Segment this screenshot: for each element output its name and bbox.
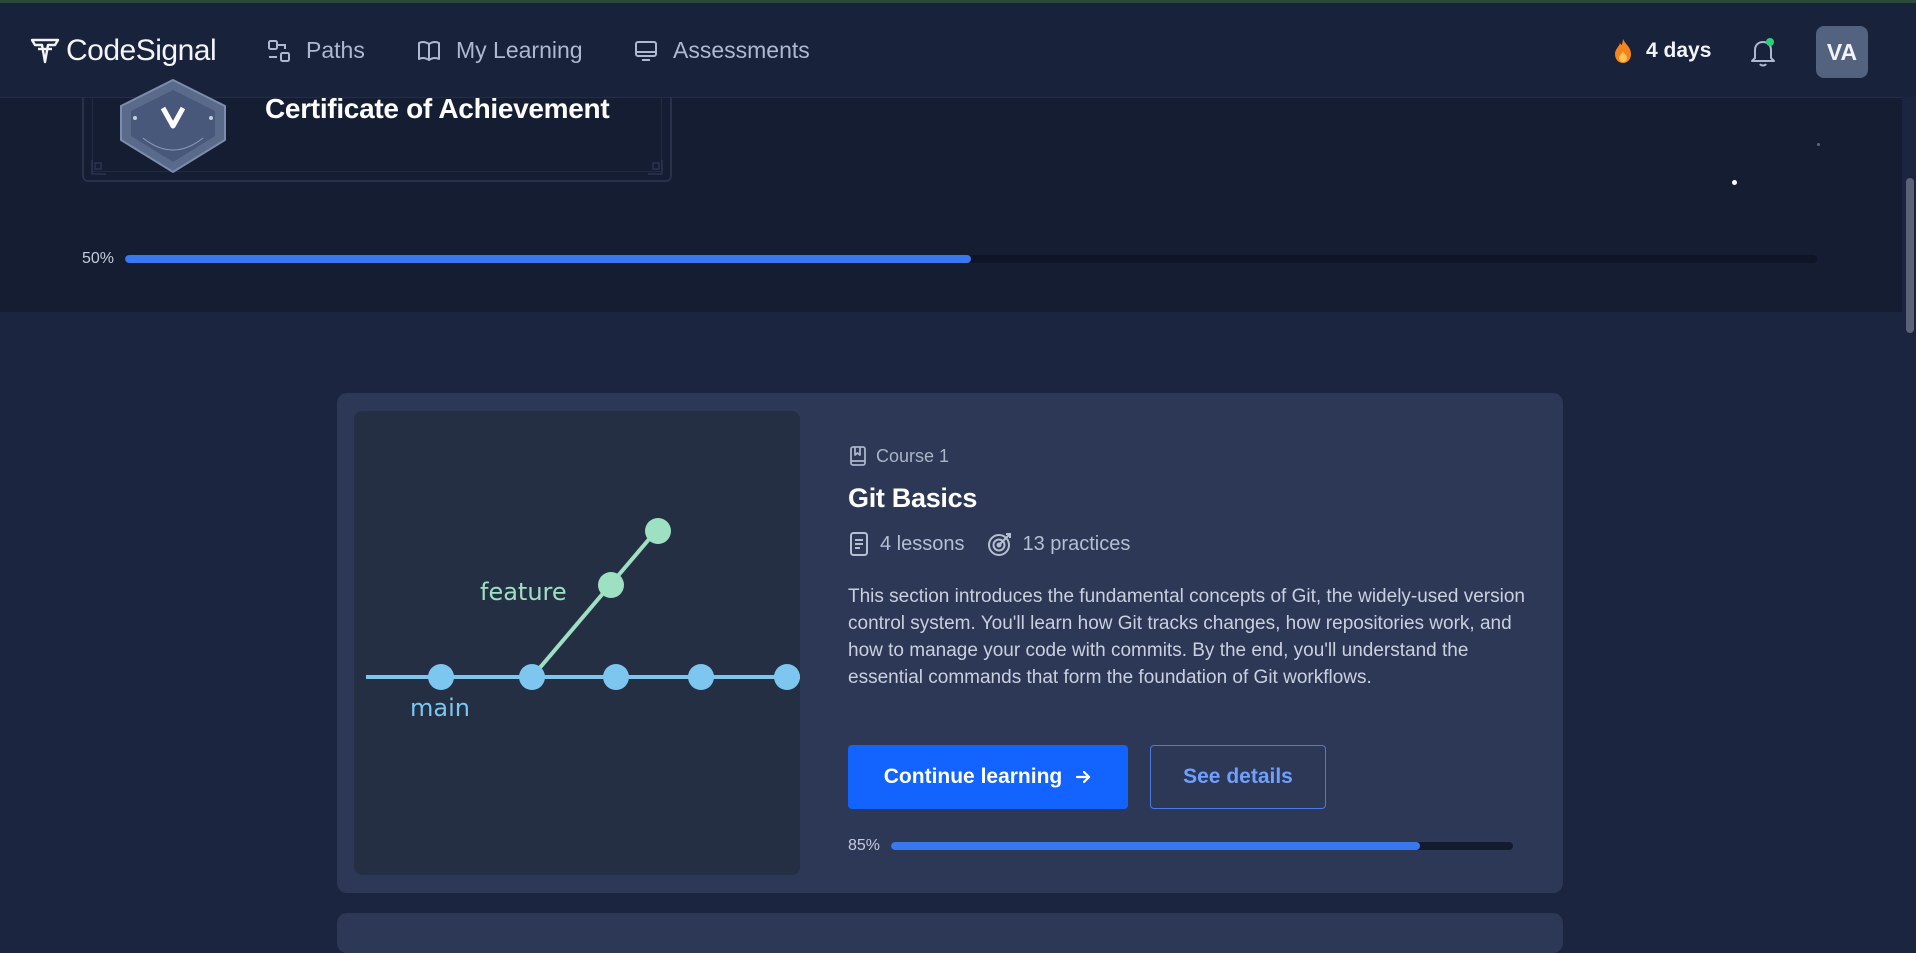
lessons-count-label: 4 lessons [880,532,965,555]
nav-paths[interactable]: Paths [266,37,365,64]
frame-corner-icon [91,160,106,175]
nav-my-learning-label: My Learning [456,37,583,63]
course-progress-bar [891,842,1513,850]
nav-assessments-label: Assessments [673,37,810,63]
codesignal-logo[interactable]: CodeSignal [30,33,217,69]
feature-commit-node [598,572,624,598]
certificate-badge-icon [120,78,226,174]
course-stats: 4 lessons 13 practices [848,531,1130,557]
path-progress-fill [125,255,971,263]
course-number: Course 1 [848,445,949,467]
main-commit-node [603,664,629,690]
next-course-card [337,913,1563,953]
practices-count-label: 13 practices [1022,532,1131,555]
arrow-right-icon [1076,770,1091,784]
brand-name: CodeSignal [66,34,217,67]
frame-corner-icon [648,160,663,175]
course-number-label: Course 1 [876,445,950,466]
path-header: Certificate of Achievement 50% [0,78,1916,312]
path-progress-label: 50% [82,250,115,267]
feature-branch-label: feature [480,578,567,606]
git-branch-diagram: feature main [366,518,800,722]
bell-icon [1751,38,1775,67]
scrollbar-thumb[interactable] [1906,178,1914,333]
feature-commit-node [645,518,671,544]
git-branch-illustration: feature main [354,411,800,875]
practices-count: 13 practices [987,531,1131,557]
main-commit-node [774,664,800,690]
top-navigation-bar: CodeSignal Paths My Learning Assessments… [0,3,1916,98]
target-icon [987,533,1011,556]
codesignal-logo-icon [30,38,60,64]
flame-icon [1615,39,1631,63]
lesson-document-icon [850,532,868,556]
lessons-count: 4 lessons [848,531,965,557]
continue-learning-label: Continue learning [883,765,1063,788]
decorative-dot [1817,143,1820,146]
course-progress-fill [891,842,1420,850]
see-details-button[interactable]: See details [1150,745,1326,809]
course-title: Git Basics [848,483,978,513]
decorative-dot [1732,180,1737,185]
nav-my-learning[interactable]: My Learning [416,37,583,64]
main-commit-node [519,664,545,690]
monitor-icon [635,40,657,61]
continue-learning-button[interactable]: Continue learning [848,745,1128,809]
course-progress-label: 85% [848,837,881,854]
user-avatar[interactable]: VA [1816,26,1868,78]
main-commit-node [428,664,454,690]
nav-paths-label: Paths [306,37,365,63]
main-commit-node [688,664,714,690]
main-branch-label: main [410,694,470,722]
notifications-button[interactable] [1748,36,1778,73]
course-book-icon [850,446,866,466]
course-description: This section introduces the fundamental … [848,586,1525,688]
path-progress-bar [125,255,1817,263]
streak-days: 4 days [1646,39,1712,62]
nav-assessments[interactable]: Assessments [633,37,810,64]
course-card: feature main Course 1 Git Basics 4 lesso… [337,393,1563,893]
certificate-title: Certificate of Achievement [265,93,610,124]
book-icon [418,40,440,61]
paths-icon [268,39,290,62]
streak-indicator[interactable]: 4 days [1612,37,1711,65]
